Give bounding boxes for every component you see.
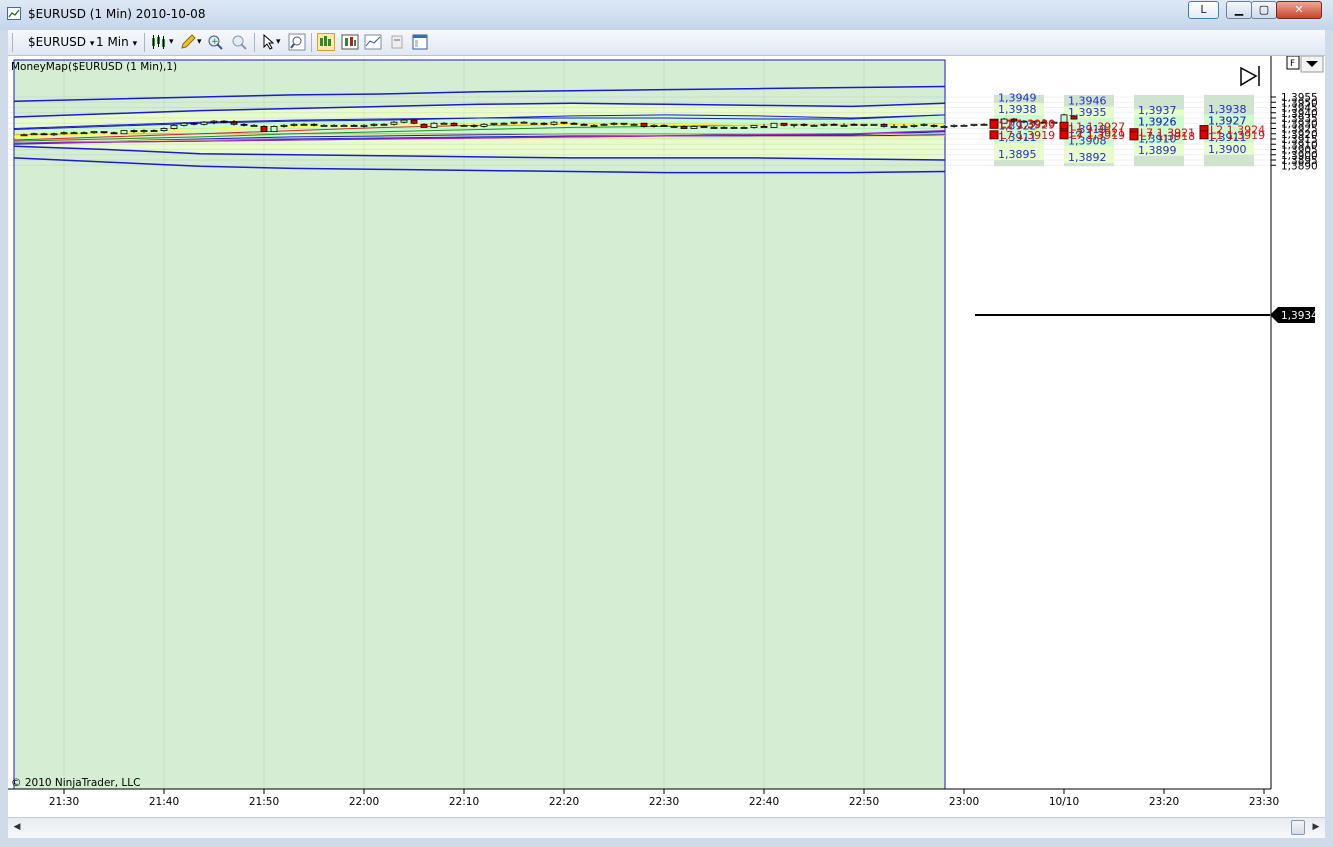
chart-trader-icon[interactable] xyxy=(317,33,335,51)
current-price-tag: 1,3934 xyxy=(1270,307,1318,323)
chevron-down-icon[interactable]: ▾ xyxy=(276,34,281,51)
chart-toolbar: $EURUSD ▾ 1 Min ▾ ▾ ▾ + ▾ xyxy=(8,30,1325,56)
projection-level-label: 1,3899 xyxy=(1138,144,1177,157)
chevron-down-icon: ▾ xyxy=(89,39,95,49)
candlestick-style-icon[interactable] xyxy=(150,33,168,51)
toolbar-separator xyxy=(254,33,255,52)
pencil-draw-icon[interactable] xyxy=(179,33,197,51)
indicators-icon[interactable] xyxy=(364,33,382,51)
candle xyxy=(700,126,708,128)
close-button[interactable]: ✕ xyxy=(1276,1,1322,19)
strategies-icon[interactable] xyxy=(341,33,359,51)
order-level-label: L7 1,3919 xyxy=(1000,129,1055,142)
chevron-down-icon: ▾ xyxy=(132,39,138,49)
indicator-label: MoneyMap($EURUSD (1 Min),1) xyxy=(11,61,177,73)
time-axis-label: 22:40 xyxy=(749,796,779,808)
projection-level-label: 1,3938 xyxy=(998,103,1037,116)
projection-zone xyxy=(1134,155,1184,167)
projection-level-label: 1,3900 xyxy=(1208,143,1247,156)
templates-icon[interactable] xyxy=(388,33,406,51)
candle xyxy=(870,123,878,126)
title-bar: $EURUSD (1 Min) 2010-10-08 L ▁ ▢ ✕ xyxy=(0,0,1333,30)
time-axis-label: 22:30 xyxy=(649,796,679,808)
chevron-down-icon[interactable]: ▾ xyxy=(169,34,174,51)
candle xyxy=(270,125,278,133)
chart-panel[interactable]: 1,3949 1,3938 1,3922 1,3911 1,3895 L1 1,3930 L… xyxy=(8,56,1325,817)
candle xyxy=(950,124,958,128)
projection-level-label: 1,3935 xyxy=(1068,106,1107,119)
order-level-label: L1 1,3919 xyxy=(1210,129,1265,142)
scroll-left-icon[interactable]: ◀ xyxy=(10,820,24,834)
price-axis-label: 1,3890 xyxy=(1281,160,1318,172)
instrument-selector[interactable]: $EURUSD ▾ xyxy=(28,34,94,51)
toolbar-separator xyxy=(144,33,145,52)
order-marker xyxy=(1129,131,1139,141)
time-axis-label: 22:50 xyxy=(849,796,879,808)
f-button[interactable]: F xyxy=(1286,56,1300,70)
projection-level-label: 1,3892 xyxy=(1068,151,1107,164)
candle xyxy=(430,122,438,128)
play-icon[interactable] xyxy=(1240,66,1260,87)
candle xyxy=(1060,113,1068,123)
horizontal-scrollbar[interactable]: ◀ ▶ xyxy=(8,817,1325,838)
link-button[interactable]: L xyxy=(1188,1,1219,19)
order-marker xyxy=(1199,130,1209,140)
time-axis-label: 23:20 xyxy=(1149,796,1179,808)
toolbar-grip xyxy=(12,33,13,52)
time-axis-label: 22:10 xyxy=(449,796,479,808)
zoom-in-icon[interactable]: + xyxy=(206,33,224,51)
toolbar-separator xyxy=(311,33,312,52)
time-axis-label: 21:30 xyxy=(49,796,79,808)
price-chart[interactable]: 1,39491,39381,39221,39111,3895L1 1,3930L… xyxy=(8,56,1325,817)
projection-zone xyxy=(1204,154,1254,167)
candle xyxy=(960,124,968,127)
time-axis-label: 23:30 xyxy=(1249,796,1279,808)
window-title: $EURUSD (1 Min) 2010-10-08 xyxy=(28,7,206,21)
svg-text:F: F xyxy=(1290,59,1295,69)
candle xyxy=(170,124,178,130)
magnifier-icon[interactable] xyxy=(288,33,306,51)
maximize-button[interactable]: ▢ xyxy=(1251,1,1277,19)
chart-menu-button[interactable] xyxy=(1300,56,1324,73)
time-axis-label: 21:40 xyxy=(149,796,179,808)
candle xyxy=(120,130,128,135)
interval-selector[interactable]: 1 Min ▾ xyxy=(96,34,137,51)
order-marker xyxy=(989,130,999,140)
time-axis-label: 21:50 xyxy=(249,796,279,808)
scroll-right-icon[interactable]: ▶ xyxy=(1309,820,1323,834)
candle xyxy=(770,122,778,128)
properties-icon[interactable] xyxy=(411,33,429,51)
candle xyxy=(260,125,268,133)
time-axis-label: 23:00 xyxy=(949,796,979,808)
time-axis: 21:30 21:40 21:50 22:00 22:10 22:20 22:30 22:40… xyxy=(49,789,1279,808)
time-axis-label: 22:00 xyxy=(349,796,379,808)
chevron-down-icon[interactable]: ▾ xyxy=(197,34,202,51)
order-level-label: L7 1,3918 xyxy=(1140,130,1195,143)
projection-level-label: 1,3895 xyxy=(998,148,1037,161)
order-marker xyxy=(989,119,999,129)
order-marker xyxy=(1059,130,1069,140)
zoom-out-icon[interactable] xyxy=(230,33,248,51)
time-axis-label: 10/10 xyxy=(1049,796,1079,808)
price-axis: 1,39551,39501,39451,39401,39351,39301,39… xyxy=(1271,92,1318,172)
chart-icon xyxy=(7,7,21,20)
svg-text:+: + xyxy=(211,37,219,47)
candle xyxy=(970,123,978,127)
money-map-zones xyxy=(13,59,946,790)
instrument-label: $EURUSD xyxy=(28,35,86,49)
order-level-label: L7 1,3919 xyxy=(1070,129,1125,142)
current-price-value: 1,3934 xyxy=(1281,310,1318,322)
minimize-button[interactable]: ▁ xyxy=(1226,1,1252,19)
interval-label: 1 Min xyxy=(96,35,129,49)
time-axis-label: 22:20 xyxy=(549,796,579,808)
copyright-label: © 2010 NinjaTrader, LLC xyxy=(11,777,140,789)
scrollbar-thumb[interactable] xyxy=(1291,820,1305,835)
zone-outer xyxy=(14,60,945,789)
